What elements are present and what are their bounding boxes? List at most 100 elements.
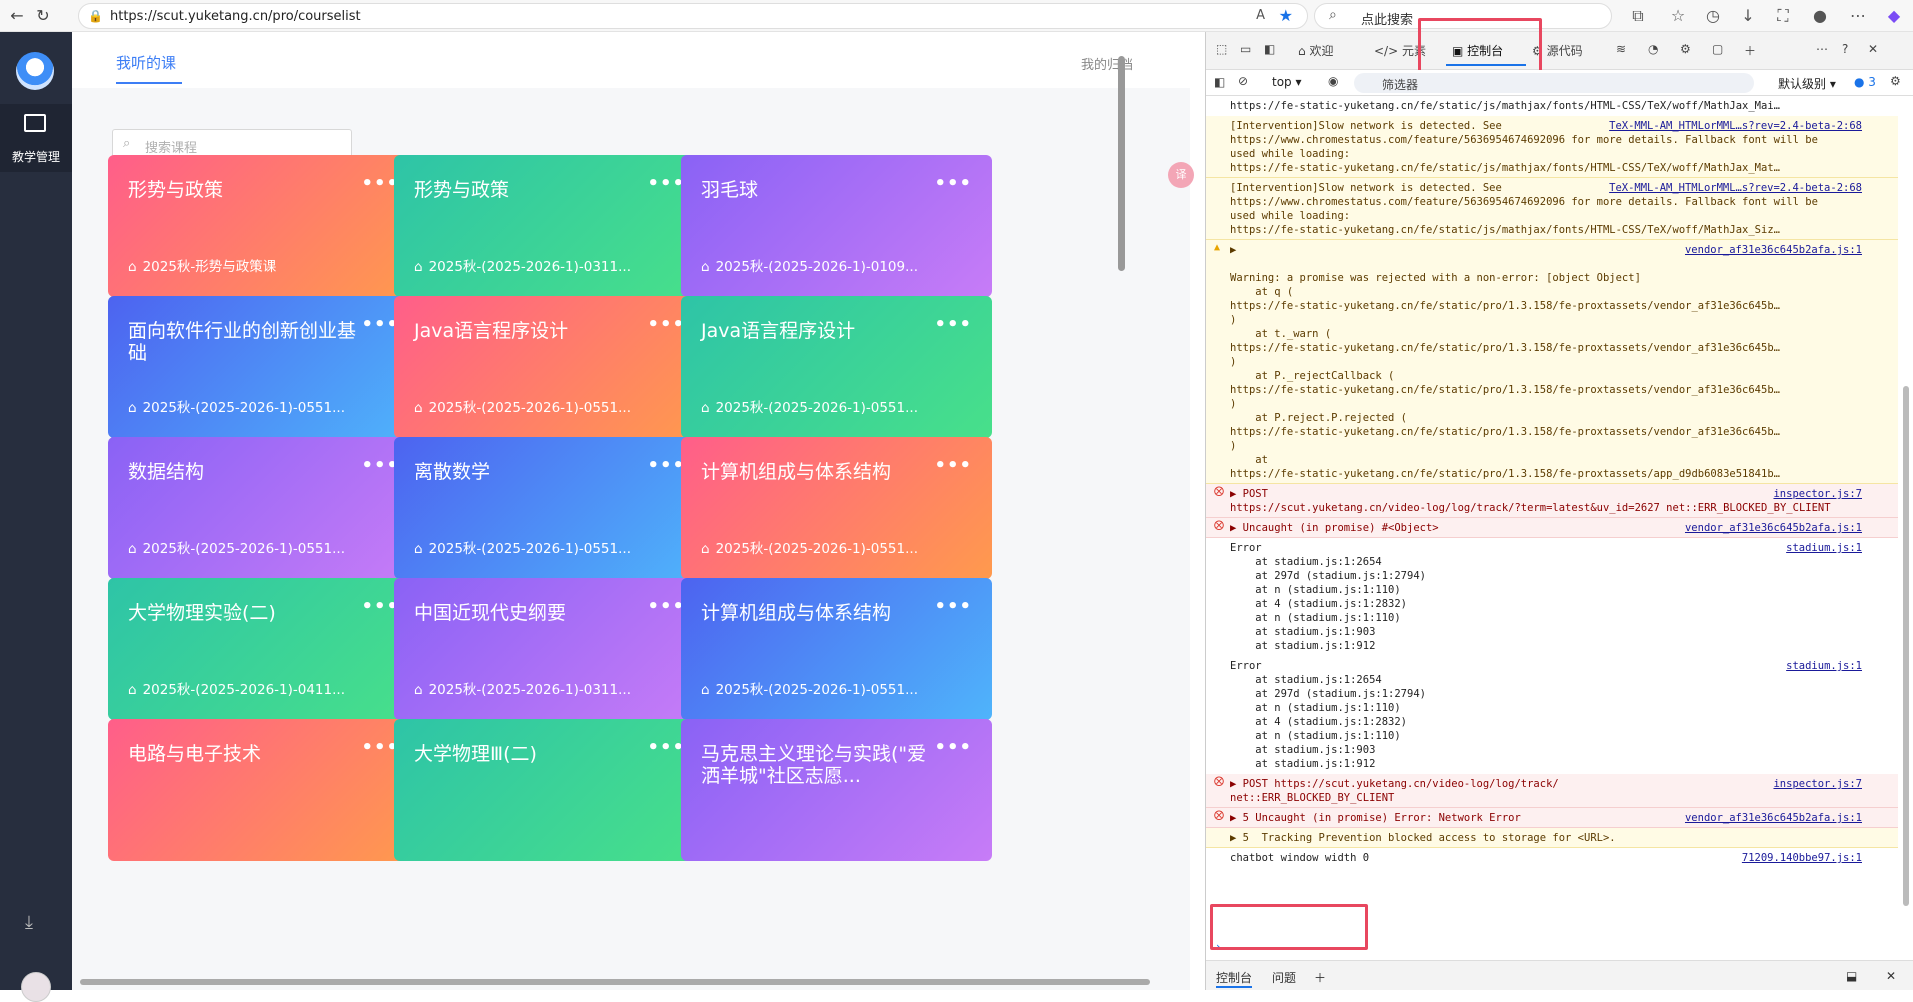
settings-gear-icon[interactable]: ⚙ [1680,42,1691,56]
refresh-icon[interactable]: ↻ [32,5,54,27]
course-card[interactable]: 面向软件行业的创新创业基础 ••• ⌂ 2025秋-(2025-2026-1)-055… [108,296,419,438]
dock-icon[interactable]: ◧ [1264,42,1275,56]
drawer-tab-issues[interactable]: 问题 [1272,969,1296,986]
console-message[interactable]: ▲ ▶ Warning: a promise was rejected with … [1206,240,1898,484]
history-icon[interactable]: ◷ [1703,6,1723,25]
downloads-icon[interactable]: ↓ [1738,6,1758,25]
console-message[interactable]: chatbot window width 0 71209.140bbe97.js:… [1206,848,1898,868]
more-options-icon[interactable]: ••• [647,314,685,335]
page-scrollbar-vertical[interactable] [1116,36,1126,976]
avatar[interactable] [21,972,51,1002]
more-options-icon[interactable]: ••• [934,173,972,194]
course-card[interactable]: 马克思主义理论与实践("爱洒羊城"社区志愿... ••• [681,719,992,861]
console-source-link[interactable]: TeX-MML-AM_HTMLorMML…s?rev=2.4-beta-2:68 [1609,119,1862,133]
favorites-icon[interactable]: ☆ [1668,6,1688,25]
devtools-panel: ⬚ ▭ ◧ ⌂ 欢迎 </> 元素 ▣ 控制台 ⚙ 源代码 ≋ ◔ ⚙ ▢ ＋ … [1205,18,1913,990]
more-options-icon[interactable]: ••• [934,737,972,758]
sidebar-toggle-icon[interactable]: ◧ [1214,75,1225,89]
close-icon[interactable]: ✕ [1868,42,1878,56]
drawer-tab-console[interactable]: 控制台 [1216,969,1253,988]
add-tab-icon[interactable]: ＋ [1744,42,1756,59]
console-settings-icon[interactable]: ⚙ [1890,74,1901,88]
download-icon[interactable]: ⤓ [25,912,33,933]
issues-count-badge[interactable]: ● 3 [1854,75,1876,89]
back-icon[interactable]: ← [6,5,28,27]
dock-drawer-icon[interactable]: ⬓ [1846,969,1857,983]
app-logo[interactable] [16,52,54,90]
course-card[interactable]: 计算机组成与体系结构 ••• ⌂ 2025秋-(2025-2026-1)-0551..… [681,578,992,720]
tab-welcome[interactable]: ⌂ 欢迎 [1298,42,1333,59]
extensions-icon[interactable]: ⧉ [1628,6,1648,26]
translate-icon[interactable]: 译 [1168,162,1194,188]
console-message[interactable]: ⨂ ▶ Uncaught (in promise) #<Object> vendor… [1206,518,1898,538]
network-icon[interactable]: ≋ [1616,42,1626,56]
console-message[interactable]: Error at stadium.js:1:2654 at 297d (stad… [1206,656,1898,774]
console-scrollbar[interactable] [1900,96,1912,936]
console-message[interactable]: Error at stadium.js:1:2654 at 297d (stad… [1206,538,1898,656]
console-source-link[interactable]: inspector.js:7 [1773,777,1862,791]
close-drawer-icon[interactable]: ✕ [1886,969,1896,983]
profile-icon[interactable]: ● [1810,6,1830,25]
console-message[interactable]: [Intervention]Slow network is detected. … [1206,178,1898,240]
devtools-tabbar: ⬚ ▭ ◧ ⌂ 欢迎 </> 元素 ▣ 控制台 ⚙ 源代码 ≋ ◔ ⚙ ▢ ＋ … [1206,32,1913,70]
console-message[interactable]: https://fe-static-yuketang.cn/fe/static/… [1206,96,1898,116]
console-message[interactable]: ⨂ ▶ POST https://scut.yuketang.cn/video-l… [1206,774,1898,808]
console-source-link[interactable]: TeX-MML-AM_HTMLorMML…s?rev=2.4-beta-2:68 [1609,181,1862,195]
screenshot-icon[interactable]: ⛶ [1773,6,1793,26]
inspect-icon[interactable]: ⬚ [1216,42,1227,56]
more-options-icon[interactable]: ••• [934,314,972,335]
course-card[interactable]: Java语言程序设计 ••• ⌂ 2025秋-(2025-2026-1)-0551..… [394,296,705,438]
url-text[interactable]: https://scut.yuketang.cn/pro/courselist [110,9,361,24]
more-options-icon[interactable]: ••• [647,596,685,617]
sidebar-item-teaching[interactable]: 教学管理 [0,104,72,172]
console-message[interactable]: [Intervention]Slow network is detected. … [1206,116,1898,178]
clear-console-icon[interactable]: ⊘ [1238,74,1248,88]
course-card[interactable]: Java语言程序设计 ••• ⌂ 2025秋-(2025-2026-1)-0551..… [681,296,992,438]
console-source-link[interactable]: vendor_af31e36c645b2afa.js:1 [1685,243,1862,257]
active-tab-indicator [116,82,182,84]
console-source-link[interactable]: 71209.140bbe97.js:1 [1742,851,1862,865]
console-source-link[interactable]: stadium.js:1 [1786,659,1862,673]
console-message[interactable]: ⨂ ▶ 5 Uncaught (in promise) Error: Networ… [1206,808,1898,828]
address-bar[interactable]: 🔒 https://scut.yuketang.cn/pro/courselis… [78,3,1308,29]
drawer-add-icon[interactable]: ＋ [1314,969,1326,986]
more-options-icon[interactable]: ••• [647,455,685,476]
course-card[interactable]: 大学物理Ⅲ(二) ••• [394,719,705,861]
course-term: ⌂ 2025秋-(2025-2026-1)-0311... [414,682,631,698]
console-message[interactable]: ▶ 5 Tracking Prevention blocked access t… [1206,828,1898,848]
application-icon[interactable]: ▢ [1712,42,1723,56]
more-options-icon[interactable]: ••• [934,596,972,617]
course-card[interactable]: 电路与电子技术 ••• [108,719,419,861]
more-icon[interactable]: ⋯ [1816,42,1828,56]
console-filter-input[interactable]: 筛选器 [1354,73,1754,93]
favorite-star-icon[interactable]: ★ [1279,6,1293,25]
page-scrollbar-horizontal[interactable] [80,977,1180,987]
course-card[interactable]: 数据结构 ••• ⌂ 2025秋-(2025-2026-1)-0551... [108,437,419,579]
console-output: https://fe-static-yuketang.cn/fe/static/… [1206,96,1898,936]
copilot-icon[interactable]: ◆ [1884,6,1904,25]
read-aloud-icon[interactable]: A [1256,8,1265,23]
console-source-link[interactable]: stadium.js:1 [1786,541,1862,555]
device-icon[interactable]: ▭ [1240,42,1251,56]
course-card[interactable]: 形势与政策 ••• ⌂ 2025秋-(2025-2026-1)-0311... [394,155,705,297]
menu-dots-icon[interactable]: ⋯ [1848,6,1868,25]
console-source-link[interactable]: vendor_af31e36c645b2afa.js:1 [1685,521,1862,535]
course-card[interactable]: 计算机组成与体系结构 ••• ⌂ 2025秋-(2025-2026-1)-0551..… [681,437,992,579]
console-source-link[interactable]: vendor_af31e36c645b2afa.js:1 [1685,811,1862,825]
course-card[interactable]: 羽毛球 ••• ⌂ 2025秋-(2025-2026-1)-0109... [681,155,992,297]
more-options-icon[interactable]: ••• [647,173,685,194]
course-card[interactable]: 形势与政策 ••• ⌂ 2025秋-形势与政策课 [108,155,419,297]
course-card[interactable]: 大学物理实验(二) ••• ⌂ 2025秋-(2025-2026-1)-0411... [108,578,419,720]
performance-icon[interactable]: ◔ [1648,42,1658,56]
course-card[interactable]: 中国近现代史纲要 ••• ⌂ 2025秋-(2025-2026-1)-0311... [394,578,705,720]
console-source-link[interactable]: inspector.js:7 [1773,487,1862,501]
eye-icon[interactable]: ◉ [1328,74,1338,88]
console-message[interactable]: ⨂ ▶ POST https://scut.yuketang.cn/video-l… [1206,484,1898,518]
more-options-icon[interactable]: ••• [647,737,685,758]
more-options-icon[interactable]: ••• [934,455,972,476]
help-icon[interactable]: ? [1842,42,1848,56]
course-card[interactable]: 离散数学 ••• ⌂ 2025秋-(2025-2026-1)-0551... [394,437,705,579]
tab-my-courses[interactable]: 我听的课 [116,52,176,73]
log-level-select[interactable]: 默认级别 ▾ [1778,75,1836,92]
context-selector[interactable]: top ▾ [1272,75,1302,89]
